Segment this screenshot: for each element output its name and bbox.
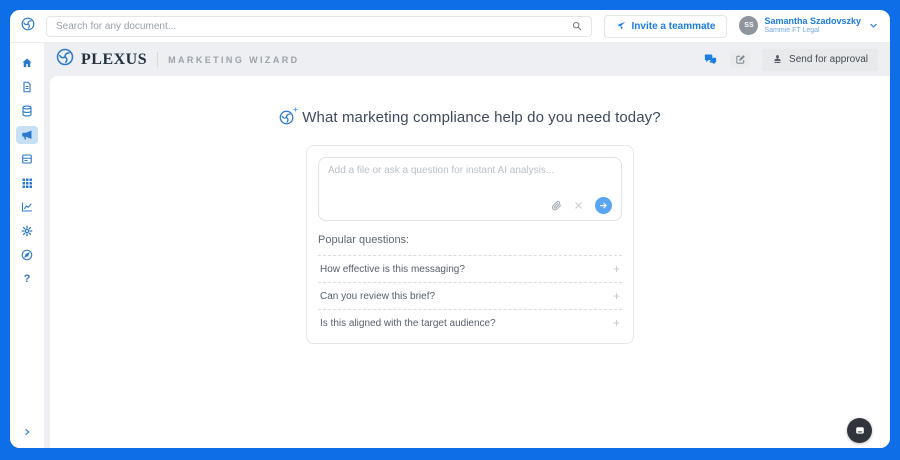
composer-actions [551, 197, 612, 214]
main-area: PLEXUS MARKETING WIZARD [44, 43, 890, 448]
question-text: Is this aligned with the target audience… [320, 318, 496, 329]
plexus-ai-icon [279, 110, 294, 125]
sidebar-item-settings[interactable] [16, 222, 38, 240]
popular-questions-list: How effective is this messaging? + Can y… [318, 255, 622, 336]
sparkle-icon [292, 106, 299, 113]
stamp-icon [772, 54, 783, 65]
question-row[interactable]: Is this aligned with the target audience… [318, 309, 622, 336]
question-text: How effective is this messaging? [320, 264, 465, 275]
sidebar-item-home[interactable] [16, 54, 38, 72]
app-body: ? [10, 43, 890, 448]
avatar: SS [739, 16, 758, 35]
ai-card: Popular questions: How effective is this… [306, 145, 634, 344]
sidebar-item-library[interactable] [16, 150, 38, 168]
plexus-logo-icon [56, 48, 74, 71]
megaphone-icon [21, 129, 33, 141]
title-row: What marketing compliance help do you ne… [279, 109, 660, 126]
screen: { "topbar": { "search_placeholder": "Sea… [0, 0, 900, 460]
sidebar-item-collections[interactable] [16, 102, 38, 120]
reader-card-icon [21, 153, 33, 165]
brand: PLEXUS [56, 48, 147, 71]
document-icon [21, 81, 33, 93]
gear-icon [21, 225, 33, 237]
attach-file-button[interactable] [551, 200, 562, 211]
brand-name: PLEXUS [81, 51, 147, 69]
home-icon [21, 57, 33, 69]
plus-icon[interactable]: + [613, 263, 620, 275]
sidebar-item-analytics[interactable] [16, 198, 38, 216]
compose-button[interactable] [730, 51, 750, 68]
user-role: Sammie FT Legal [764, 27, 861, 35]
composer-input[interactable] [328, 165, 612, 196]
invite-teammate-button[interactable]: Invite a teammate [604, 15, 728, 38]
page-title: What marketing compliance help do you ne… [302, 109, 660, 126]
composer[interactable] [318, 157, 622, 221]
search-bar[interactable] [46, 16, 592, 37]
plexus-logo-icon [21, 17, 35, 36]
chat-bubble-icon [853, 424, 867, 438]
question-row[interactable]: Can you review this brief? + [318, 282, 622, 309]
chart-icon [21, 201, 33, 213]
sidebar-item-apps[interactable] [16, 174, 38, 192]
compass-icon [21, 249, 33, 261]
user-name: Samantha Szadovszky [764, 16, 861, 27]
app-logo[interactable] [10, 17, 46, 36]
header-divider [157, 52, 158, 67]
send-for-approval-label: Send for approval [789, 54, 868, 65]
send-for-approval-button[interactable]: Send for approval [762, 49, 878, 71]
question-text: Can you review this brief? [320, 291, 435, 302]
content-panel: What marketing compliance help do you ne… [50, 76, 890, 448]
sidebar-item-marketing-wizard[interactable] [16, 126, 38, 144]
sidebar-item-discover[interactable] [16, 246, 38, 264]
clear-button[interactable] [574, 201, 583, 210]
topbar: Invite a teammate SS Samantha Szadovszky… [10, 10, 890, 43]
search-icon[interactable] [572, 21, 582, 31]
comments-button[interactable] [703, 52, 718, 67]
sidebar-item-help[interactable]: ? [16, 270, 38, 288]
database-icon [21, 105, 33, 117]
chevron-right-icon [23, 428, 31, 436]
paper-plane-icon [616, 21, 626, 31]
popular-questions-label: Popular questions: [318, 234, 622, 246]
plus-icon[interactable]: + [613, 317, 620, 329]
send-button[interactable] [595, 197, 612, 214]
question-row[interactable]: How effective is this messaging? + [318, 255, 622, 282]
help-icon: ? [24, 273, 31, 285]
app-window: Invite a teammate SS Samantha Szadovszky… [10, 10, 890, 448]
sidebar-item-documents[interactable] [16, 78, 38, 96]
product-title: MARKETING WIZARD [168, 55, 299, 65]
user-menu[interactable]: SS Samantha Szadovszky Sammie FT Legal [739, 16, 878, 36]
wizard-header: PLEXUS MARKETING WIZARD [44, 43, 890, 76]
chat-launcher-button[interactable] [847, 418, 872, 443]
chevron-down-icon [869, 21, 878, 30]
sidebar-expand-button[interactable] [23, 428, 31, 436]
grid-icon [21, 177, 33, 189]
sidebar: ? [10, 43, 44, 448]
plus-icon[interactable]: + [613, 290, 620, 302]
invite-teammate-label: Invite a teammate [632, 21, 716, 32]
search-input[interactable] [56, 21, 566, 32]
